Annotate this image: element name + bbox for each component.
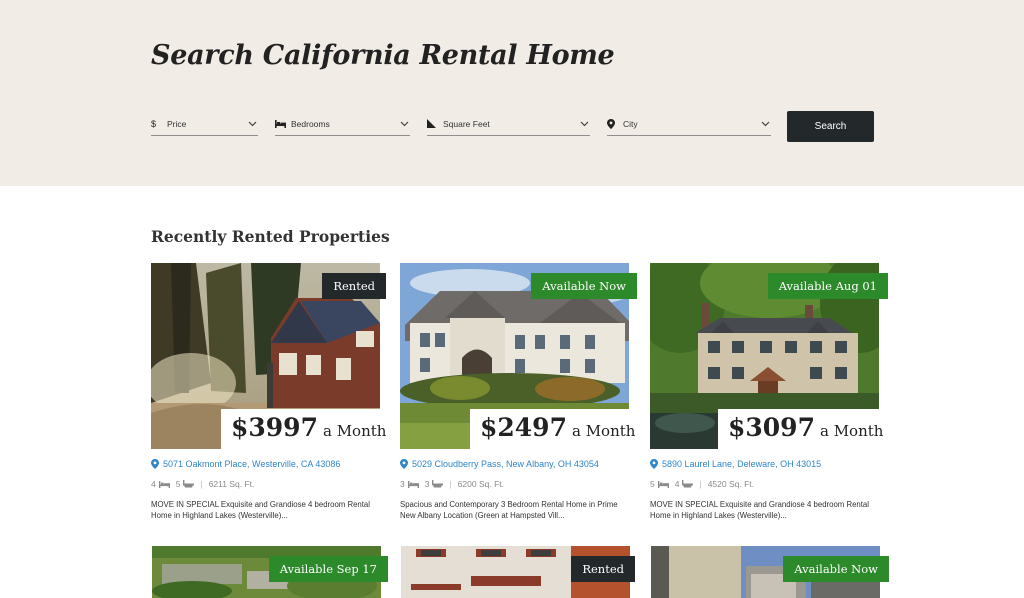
property-specs: 5 4 | 4520 Sq. Ft. bbox=[650, 479, 754, 489]
price-amount: $3997 bbox=[231, 413, 318, 442]
bath-icon bbox=[682, 480, 694, 488]
chevron-down-icon bbox=[398, 118, 410, 130]
status-badge: Rented bbox=[571, 556, 635, 582]
chevron-down-icon bbox=[759, 118, 771, 130]
address-link[interactable]: 5071 Oakmont Place, Westerville, CA 4308… bbox=[151, 459, 340, 469]
price-dropdown-label: Price bbox=[167, 118, 187, 129]
bath-icon bbox=[183, 480, 195, 488]
bed-icon bbox=[275, 119, 289, 128]
location-pin-icon bbox=[151, 459, 159, 469]
location-pin-icon bbox=[400, 459, 408, 469]
bedrooms-dropdown[interactable]: Bedrooms bbox=[275, 112, 410, 136]
status-badge: Rented bbox=[322, 273, 386, 299]
bedrooms-dropdown-label: Bedrooms bbox=[291, 118, 330, 129]
status-badge: Available Now bbox=[783, 556, 889, 582]
listing-card[interactable]: Available Now bbox=[651, 546, 889, 598]
address-link[interactable]: 5890 Laurel Lane, Deleware, OH 43015 bbox=[650, 459, 821, 469]
chevron-down-icon bbox=[246, 118, 258, 130]
page-title: Search California Rental Home bbox=[151, 40, 615, 71]
address-text: 5029 Cloudberry Pass, New Albany, OH 430… bbox=[412, 459, 599, 469]
bed-icon bbox=[657, 480, 669, 488]
listing-card[interactable]: Rented bbox=[401, 546, 635, 598]
bed-icon bbox=[158, 480, 170, 488]
listing-card[interactable]: Available Now $2497 a Month 5029 Cloudbe… bbox=[400, 263, 646, 523]
listing-card[interactable]: Rented $3997 a Month 5071 Oakmont Place,… bbox=[151, 263, 397, 523]
bath-count: 5 bbox=[175, 479, 181, 489]
divider: | bbox=[449, 479, 452, 489]
city-dropdown-label: City bbox=[623, 118, 638, 129]
property-specs: 3 3 | 6200 Sq. Ft. bbox=[400, 479, 504, 489]
bed-count: 3 bbox=[400, 479, 405, 489]
divider: | bbox=[200, 479, 203, 489]
status-badge: Available Aug 01 bbox=[767, 273, 888, 299]
address-text: 5071 Oakmont Place, Westerville, CA 4308… bbox=[163, 459, 341, 469]
price-amount: $2497 bbox=[480, 413, 567, 442]
listing-description: MOVE IN SPECIAL Exquisite and Grandiose … bbox=[151, 500, 370, 520]
property-specs: 4 5 | 6211 Sq. Ft. bbox=[151, 479, 254, 489]
square-footage: 4520 Sq. Ft. bbox=[707, 479, 754, 489]
listing-card[interactable]: Available Sep 17 bbox=[152, 546, 388, 598]
price-unit: a Month bbox=[322, 422, 387, 440]
status-badge: Available Sep 17 bbox=[268, 556, 388, 582]
bed-count: 5 bbox=[650, 479, 655, 489]
location-pin-icon bbox=[650, 459, 658, 469]
price-label: $3097 a Month bbox=[718, 409, 894, 455]
square-feet-dropdown-label: Square Feet bbox=[443, 118, 490, 129]
price-label: $3997 a Month bbox=[221, 409, 397, 455]
listing-description: Spacious and Contemporary 3 Bedroom Rent… bbox=[400, 500, 618, 520]
listing-description: MOVE IN SPECIAL Exquisite and Grandiose … bbox=[650, 500, 869, 520]
address-text: 5890 Laurel Lane, Deleware, OH 43015 bbox=[662, 459, 822, 469]
location-pin-icon bbox=[607, 118, 621, 129]
divider: | bbox=[699, 479, 702, 489]
bath-count: 3 bbox=[424, 479, 430, 489]
price-label: $2497 a Month bbox=[470, 409, 646, 455]
price-amount: $3097 bbox=[728, 413, 815, 442]
status-badge: Available Now bbox=[531, 273, 637, 299]
search-hero: Search California Rental Home $ Price Be… bbox=[0, 0, 1024, 186]
price-dropdown[interactable]: $ Price bbox=[151, 112, 258, 136]
square-feet-icon bbox=[427, 119, 441, 128]
bed-icon bbox=[407, 480, 419, 488]
city-dropdown[interactable]: City bbox=[607, 112, 771, 136]
listing-card[interactable]: Available Aug 01 $3097 a Month 5890 Laur… bbox=[650, 263, 894, 523]
bed-count: 4 bbox=[151, 479, 156, 489]
dollar-icon: $ bbox=[151, 118, 157, 129]
square-feet-dropdown[interactable]: Square Feet bbox=[427, 112, 590, 136]
price-unit: a Month bbox=[819, 422, 884, 440]
price-unit: a Month bbox=[571, 422, 636, 440]
address-link[interactable]: 5029 Cloudberry Pass, New Albany, OH 430… bbox=[400, 459, 599, 469]
section-title: Recently Rented Properties bbox=[151, 227, 390, 246]
square-footage: 6200 Sq. Ft. bbox=[457, 479, 504, 489]
square-footage: 6211 Sq. Ft. bbox=[208, 479, 255, 489]
bath-count: 4 bbox=[674, 479, 680, 489]
chevron-down-icon bbox=[578, 118, 590, 130]
bath-icon bbox=[432, 480, 444, 488]
search-button[interactable]: Search bbox=[787, 111, 874, 142]
